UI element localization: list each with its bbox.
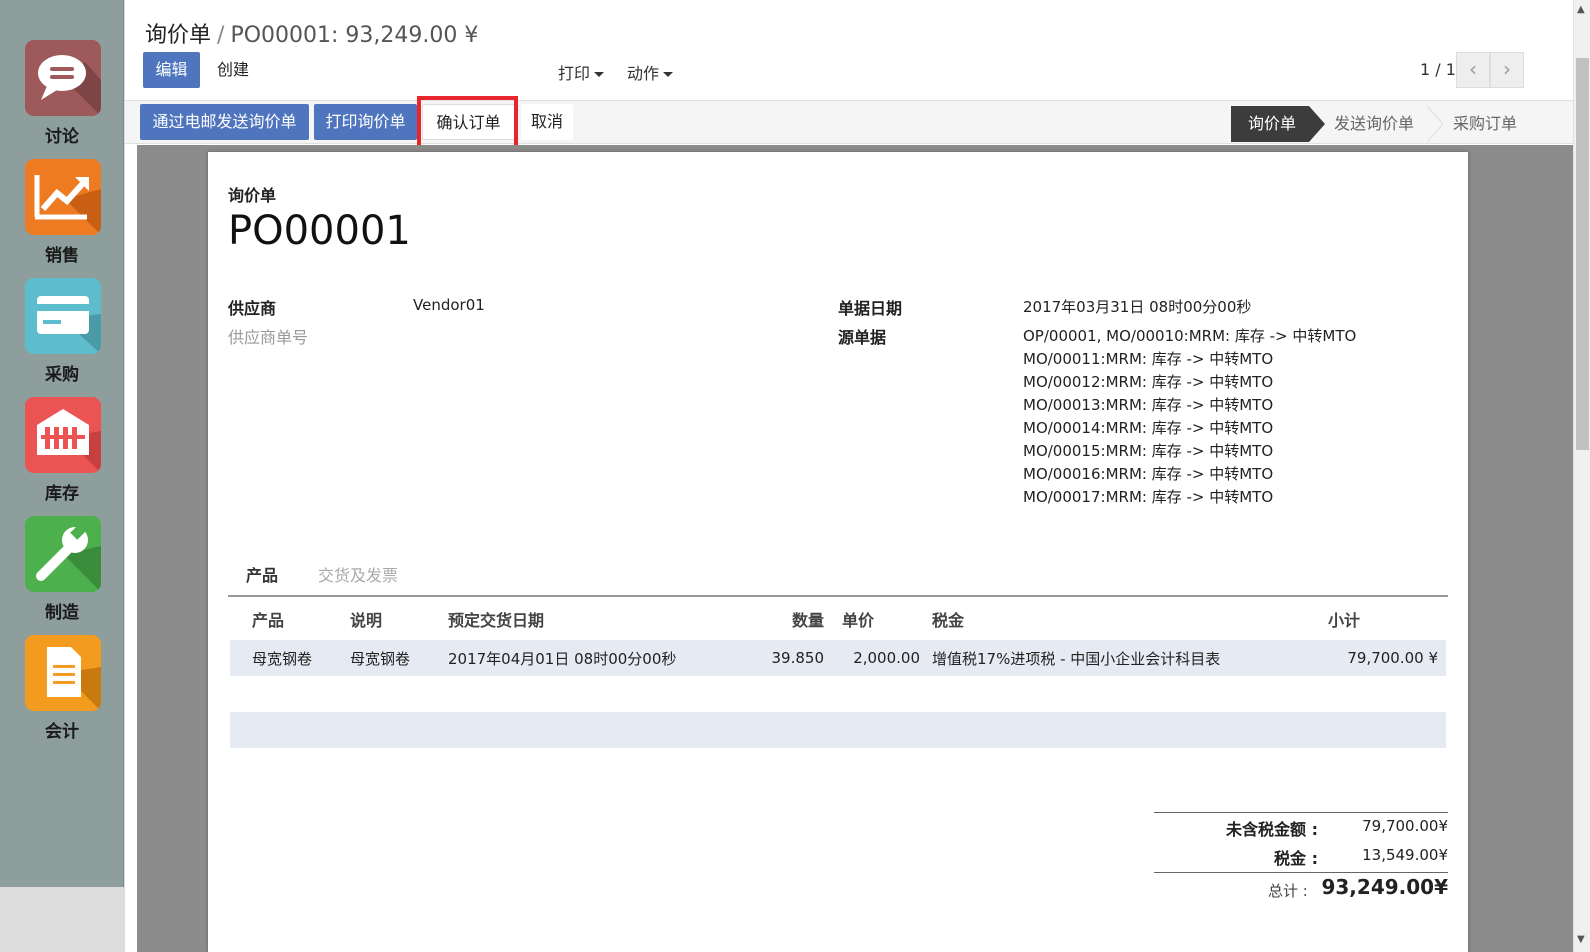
- vendor-ref-label: 供应商单号: [228, 328, 309, 347]
- empty-row: [230, 676, 1446, 712]
- breadcrumb-current: PO00001: 93,249.00 ¥: [230, 23, 479, 48]
- print-label: 打印: [558, 64, 591, 83]
- date-value: 2017年03月31日 08时00分00秒: [1023, 298, 1252, 316]
- col-description[interactable]: 说明: [350, 598, 448, 640]
- main-content: 询价单 / PO00001: 93,249.00 ¥ 编辑 创建 打印 动作 1 /…: [125, 0, 1575, 952]
- wrench-icon: [25, 516, 101, 592]
- breadcrumb: 询价单 / PO00001: 93,249.00 ¥: [145, 17, 478, 49]
- cell-taxes: 增值税17%进项税 - 中国小企业会计科目表: [932, 649, 1221, 668]
- col-product[interactable]: 产品: [252, 598, 350, 640]
- origin-line: MO/00011:MRM: 库存 -> 中转MTO: [1023, 350, 1274, 368]
- scroll-up-icon[interactable]: ▲: [1577, 4, 1585, 15]
- tab-delivery-invoices[interactable]: 交货及发票: [318, 562, 398, 586]
- trending-up-icon: [25, 159, 101, 235]
- origin-line: MO/00012:MRM: 库存 -> 中转MTO: [1023, 373, 1274, 391]
- credit-card-icon: [25, 278, 101, 354]
- stage-rfq-sent[interactable]: 发送询价单: [1334, 106, 1434, 142]
- cell-quantity: 39.850: [771, 649, 825, 667]
- date-label: 单据日期: [838, 299, 903, 318]
- chevron-left-icon[interactable]: ‹: [1456, 52, 1490, 88]
- breadcrumb-separator: /: [217, 23, 225, 48]
- action-label: 动作: [627, 64, 660, 83]
- scroll-down-icon[interactable]: ▼: [1577, 934, 1585, 945]
- create-button[interactable]: 创建: [205, 52, 261, 88]
- document-icon: [25, 635, 101, 711]
- app-label: 制造: [45, 603, 79, 623]
- caret-down-icon: [663, 72, 674, 77]
- document-number: PO00001: [228, 208, 411, 254]
- confirm-highlight-box: [417, 96, 518, 151]
- tax-label: 税金 :: [1274, 849, 1318, 868]
- origin-line: OP/00001, MO/00010:MRM: 库存 -> 中转MTO: [1023, 327, 1357, 345]
- pager-value: 1 / 1: [1420, 60, 1456, 79]
- origin-line: MO/00017:MRM: 库存 -> 中转MTO: [1023, 488, 1274, 506]
- tabs-divider: [228, 595, 1448, 597]
- breadcrumb-root[interactable]: 询价单: [145, 23, 211, 48]
- table-row[interactable]: 母宽钢卷 母宽钢卷 2017年04月01日 08时00分00秒 39.850 2…: [230, 640, 1446, 676]
- cell-description: 母宽钢卷: [350, 649, 411, 668]
- scrollbar-thumb[interactable]: [1576, 58, 1589, 450]
- totals-divider: [1154, 872, 1448, 873]
- stage-purchase-order[interactable]: 采购订单: [1453, 106, 1533, 142]
- send-email-button[interactable]: 通过电邮发送询价单: [140, 104, 309, 140]
- warehouse-icon: [25, 397, 101, 473]
- vendor-label: 供应商: [228, 299, 277, 318]
- document-type: 询价单: [228, 186, 277, 205]
- caret-down-icon: [594, 72, 605, 77]
- stage-rfq[interactable]: 询价单: [1231, 106, 1309, 142]
- untaxed-amount-value: 79,700.00¥: [1362, 817, 1448, 835]
- stage-arrow-icon: [1427, 106, 1443, 142]
- col-taxes[interactable]: 税金: [932, 598, 1312, 640]
- print-rfq-button[interactable]: 打印询价单: [314, 104, 417, 140]
- print-dropdown[interactable]: 打印: [558, 60, 605, 84]
- table-header-row: 产品 说明 预定交货日期 数量 单价 税金 小计: [230, 598, 1446, 640]
- origin-line: MO/00013:MRM: 库存 -> 中转MTO: [1023, 396, 1274, 414]
- empty-row: [230, 712, 1446, 748]
- app-label: 库存: [45, 484, 79, 504]
- cancel-button[interactable]: 取消: [521, 104, 573, 140]
- col-delivery-date[interactable]: 预定交货日期: [448, 598, 748, 640]
- origin-line: MO/00015:MRM: 库存 -> 中转MTO: [1023, 442, 1274, 460]
- app-label: 会计: [45, 722, 79, 742]
- app-label: 采购: [45, 365, 79, 385]
- cell-delivery-date: 2017年04月01日 08时00分00秒: [448, 649, 677, 668]
- origin-label: 源单据: [838, 328, 887, 347]
- total-label: 总计 :: [1268, 882, 1308, 900]
- origin-line: MO/00016:MRM: 库存 -> 中转MTO: [1023, 465, 1274, 483]
- cell-subtotal: 79,700.00 ¥: [1347, 649, 1438, 667]
- cell-product: 母宽钢卷: [252, 649, 313, 668]
- totals-divider: [1154, 812, 1448, 813]
- edit-button[interactable]: 编辑: [143, 52, 200, 88]
- stage-arrow-icon: [1309, 106, 1325, 142]
- form-sheet: 询价单 PO00001 供应商 Vendor01 供应商单号 单据日期 2017…: [208, 152, 1468, 952]
- col-subtotal[interactable]: 小计: [1312, 598, 1446, 640]
- cell-unit-price: 2,000.00: [853, 649, 920, 667]
- col-quantity[interactable]: 数量: [748, 598, 830, 640]
- chat-icon: [25, 40, 101, 116]
- origin-line: MO/00014:MRM: 库存 -> 中转MTO: [1023, 419, 1274, 437]
- vendor-value[interactable]: Vendor01: [413, 296, 485, 314]
- app-label: 讨论: [45, 127, 79, 147]
- untaxed-amount-label: 未含税金额 :: [1226, 820, 1318, 839]
- app-label: 销售: [45, 246, 79, 266]
- col-unit-price[interactable]: 单价: [830, 598, 920, 640]
- empty-row: [230, 748, 1446, 784]
- app-sidebar: 讨论 销售 采购 库存 制造 会计: [0, 0, 124, 887]
- chevron-right-icon[interactable]: ›: [1490, 52, 1524, 88]
- tax-value: 13,549.00¥: [1362, 846, 1448, 864]
- action-dropdown[interactable]: 动作: [627, 60, 674, 84]
- total-value: 93,249.00¥: [1321, 875, 1448, 899]
- order-lines-table: 产品 说明 预定交货日期 数量 单价 税金 小计 母宽钢卷 母宽钢卷 2017年…: [230, 598, 1446, 784]
- tab-products[interactable]: 产品: [246, 562, 278, 586]
- vertical-scrollbar[interactable]: ▲ ▼: [1573, 0, 1590, 952]
